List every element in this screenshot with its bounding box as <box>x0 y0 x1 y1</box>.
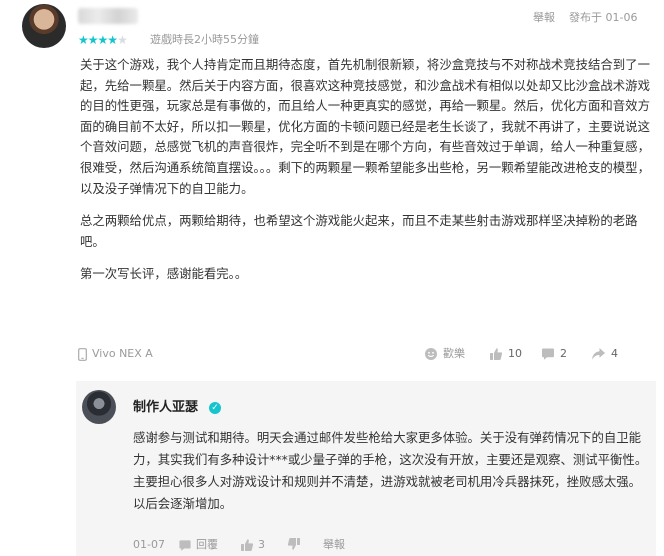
share-button[interactable]: 4 <box>591 346 618 362</box>
review-paragraph: 第一次写长评，感谢能看完。。 <box>80 266 248 282</box>
reviewer-name-redacted[interactable] <box>78 8 138 24</box>
review-actions: Vivo NEX A 歡樂 10 2 4 <box>78 346 648 364</box>
star-filled-icon: ★ <box>87 33 99 47</box>
comment-icon <box>178 539 192 552</box>
report-button[interactable]: 舉報 <box>533 10 555 26</box>
phone-icon <box>78 347 87 361</box>
share-icon <box>591 347 606 361</box>
star-filled-icon: ★ <box>97 33 109 47</box>
review-paragraph: 总之两颗给优点，两颗给期待，也希望这个游戏能火起来，而且不走某些射击游戏那样坚决… <box>80 213 638 249</box>
device-info: Vivo NEX A <box>78 346 153 362</box>
verified-icon: ✓ <box>209 402 221 414</box>
thumbs-down-icon <box>287 537 301 551</box>
playtime-label: 遊戲時長2小時55分鐘 <box>150 33 259 46</box>
reply-like-count: 3 <box>258 538 265 551</box>
star-empty-icon: ★ <box>117 33 128 47</box>
review-text: 关于这个游戏，我个人持肯定而且期待态度，首先机制很新颖，将沙盒竞技与不对称战术竞… <box>80 55 652 297</box>
reviewer-avatar[interactable] <box>22 4 66 48</box>
comment-icon <box>541 347 555 361</box>
thumbs-up-icon <box>240 538 254 552</box>
review-paragraph: 关于这个游戏，我个人持肯定而且期待态度，首先机制很新颖，将沙盒竞技与不对称战术竞… <box>80 57 650 196</box>
star-filled-icon: ★ <box>78 33 89 47</box>
dislike-button[interactable]: 歡樂 <box>424 346 465 362</box>
reply-button[interactable]: 回覆 <box>178 537 218 553</box>
reply-label: 回覆 <box>196 538 218 551</box>
smile-icon <box>424 347 438 361</box>
share-count: 4 <box>611 347 618 360</box>
reply-date: 01-07 <box>133 538 165 551</box>
device-label: Vivo NEX A <box>92 347 153 360</box>
publish-date: 發布于 01-06 <box>569 11 638 24</box>
developer-name[interactable]: 制作人亚瑟 <box>133 400 198 416</box>
star-filled-icon: ★ <box>107 33 118 47</box>
reply-like-button[interactable]: 3 <box>240 537 265 553</box>
comment-button[interactable]: 2 <box>541 346 567 362</box>
like-count: 10 <box>508 347 522 360</box>
reply-report-button[interactable] <box>287 537 301 551</box>
rating-stars: ★★★★★ <box>78 33 128 47</box>
like-button[interactable]: 10 <box>489 346 522 362</box>
reply-actions: 01-07 回覆 3 舉報 <box>133 537 653 553</box>
thumbs-up-icon <box>489 347 503 361</box>
comment-count: 2 <box>560 347 567 360</box>
reply-text: 感谢参与测试和期待。明天会通过邮件发些枪给大家更多体验。关于没有弹药情况下的自卫… <box>133 430 648 511</box>
reply-report-label[interactable]: 舉報 <box>323 537 345 553</box>
developer-avatar[interactable] <box>82 390 116 424</box>
dislike-label: 歡樂 <box>443 347 465 360</box>
